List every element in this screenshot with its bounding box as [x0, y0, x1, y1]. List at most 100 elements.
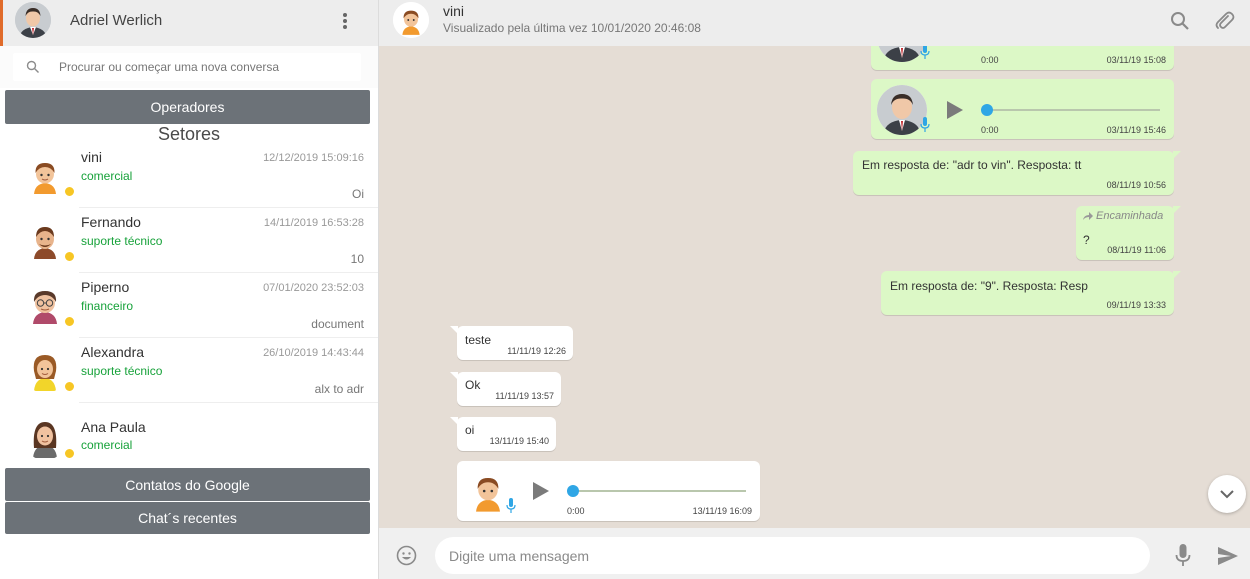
message-text: ?	[1083, 233, 1090, 247]
text-message: Ok 11/11/19 13:57	[450, 372, 561, 406]
contact-sector: comercial	[81, 438, 133, 452]
scroll-down-button[interactable]	[1208, 475, 1246, 513]
contact-avatar	[22, 347, 68, 393]
message-text: Em resposta de: "adr to vin". Resposta: …	[862, 158, 1082, 172]
play-icon[interactable]	[533, 482, 549, 500]
operators-button[interactable]: Operadores	[5, 90, 370, 124]
play-icon[interactable]	[947, 101, 963, 119]
forwarded-message: Encaminhada ? 08/11/19 11:06	[1076, 206, 1181, 260]
emoji-icon[interactable]	[396, 545, 417, 566]
divider	[79, 207, 378, 208]
sectors-title: Setores	[157, 124, 221, 144]
chat-contact-name: vini	[443, 3, 465, 19]
status-dot	[64, 381, 75, 392]
message-time: 03/11/19 15:46	[1106, 125, 1166, 135]
microphone-icon	[920, 46, 930, 59]
divider	[79, 402, 378, 403]
contact-item-alexandra[interactable]: Alexandra suporte técnico 26/10/2019 14:…	[0, 339, 378, 403]
microphone-icon[interactable]	[1175, 544, 1191, 567]
contact-timestamp: 14/11/2019 16:53:28	[263, 217, 364, 229]
user-avatar[interactable]	[15, 2, 51, 38]
contact-timestamp: 26/10/2019 14:43:44	[263, 347, 364, 359]
contact-item-fernando[interactable]: Fernando suporte técnico 14/11/2019 16:5…	[0, 209, 378, 273]
forwarded-label: Encaminhada	[1096, 210, 1164, 222]
last-seen-status: Visualizado pela última vez 10/01/2020 2…	[443, 21, 701, 35]
contact-last-message: Oi	[352, 187, 364, 201]
message-time: 08/11/19 11:06	[1107, 245, 1166, 255]
sidebar: Adriel Werlich Operadores Setores vin	[0, 0, 379, 579]
forward-arrow-icon	[1083, 212, 1093, 220]
audio-message: 0:00 13/11/19 16:09	[457, 461, 760, 521]
chat-header: vini Visualizado pela última vez 10/01/2…	[379, 0, 1250, 46]
status-dot	[64, 186, 75, 197]
contact-timestamp: 12/12/2019 15:09:16	[263, 152, 364, 164]
paperclip-icon[interactable]	[1213, 10, 1235, 32]
sidebar-header: Adriel Werlich	[0, 0, 378, 46]
message-text: Em resposta de: "9". Resposta: Resp	[890, 279, 1088, 293]
google-contacts-button[interactable]: Contatos do Google	[5, 468, 370, 501]
audio-progress-knob[interactable]	[981, 104, 993, 116]
contact-timestamp: 07/01/2020 23:52:03	[263, 282, 364, 294]
message-input[interactable]	[435, 537, 1150, 574]
message-time: 13/11/19 15:40	[489, 436, 549, 446]
chevron-down-icon	[1220, 490, 1234, 499]
composer	[379, 528, 1250, 579]
contact-name: Piperno	[81, 279, 130, 295]
divider	[79, 272, 378, 273]
contact-avatar	[22, 152, 68, 198]
audio-message: 0:00 03/11/19 15:08	[871, 46, 1174, 70]
bubble-tail	[450, 417, 458, 425]
text-message: teste 11/11/19 12:26	[450, 326, 573, 360]
message-time: 11/11/19 13:57	[495, 391, 554, 401]
contact-avatar	[22, 414, 68, 460]
status-dot	[64, 251, 75, 262]
audio-progress-knob[interactable]	[567, 485, 579, 497]
contact-avatar	[22, 217, 68, 263]
bubble-tail	[1173, 151, 1181, 159]
messages-area[interactable]: 0:00 03/11/19 15:08 0:00 03/11/19 15:46 …	[379, 46, 1250, 528]
contact-name: Fernando	[81, 214, 141, 230]
status-dot	[64, 316, 75, 327]
text-message: oi 13/11/19 15:40	[450, 417, 556, 451]
audio-message: 0:00 03/11/19 15:46	[871, 79, 1174, 139]
message-time: 11/11/19 12:26	[507, 346, 566, 356]
message-time: 03/11/19 15:08	[1106, 55, 1166, 65]
bubble-tail	[1173, 206, 1181, 214]
kebab-menu-icon[interactable]	[338, 10, 352, 32]
contact-item-ana-paula[interactable]: Ana Paula comercial	[0, 406, 378, 470]
contact-avatar	[22, 282, 68, 328]
contact-name: vini	[81, 149, 103, 165]
audio-position: 0:00	[981, 55, 999, 65]
contact-name: Alexandra	[81, 344, 145, 360]
user-name: Adriel Werlich	[70, 12, 163, 29]
audio-position: 0:00	[981, 125, 999, 135]
chat-panel: vini Visualizado pela última vez 10/01/2…	[379, 0, 1250, 579]
send-icon[interactable]	[1217, 546, 1239, 566]
search-input[interactable]	[59, 53, 354, 81]
message-text: Ok	[465, 378, 481, 392]
audio-position: 0:00	[567, 506, 585, 516]
search-icon	[26, 60, 39, 73]
search-area	[0, 46, 378, 88]
contact-last-message: 10	[350, 252, 364, 266]
audio-progress-track[interactable]	[983, 109, 1160, 111]
bubble-tail	[450, 326, 458, 334]
contact-last-message: alx to adr	[314, 382, 364, 396]
message-text: teste	[465, 333, 492, 347]
contact-item-piperno[interactable]: Piperno financeiro 07/01/2020 23:52:03 d…	[0, 274, 378, 338]
contact-name: Ana Paula	[81, 419, 146, 435]
contact-sector: financeiro	[81, 299, 134, 313]
message-time: 13/11/19 16:09	[692, 506, 752, 516]
audio-progress-track[interactable]	[569, 490, 746, 492]
contact-item-vini[interactable]: vini comercial 12/12/2019 15:09:16 Oi	[0, 144, 378, 208]
recent-chats-button[interactable]: Chat´s recentes	[5, 502, 370, 534]
search-icon[interactable]	[1169, 10, 1191, 32]
bubble-tail	[450, 372, 458, 380]
divider	[79, 337, 378, 338]
sidebar-accent	[0, 0, 3, 46]
contact-sector: comercial	[81, 169, 133, 183]
microphone-icon	[920, 117, 930, 132]
message-text: oi	[465, 423, 475, 437]
chat-avatar[interactable]	[393, 2, 429, 38]
status-dot	[64, 448, 75, 459]
